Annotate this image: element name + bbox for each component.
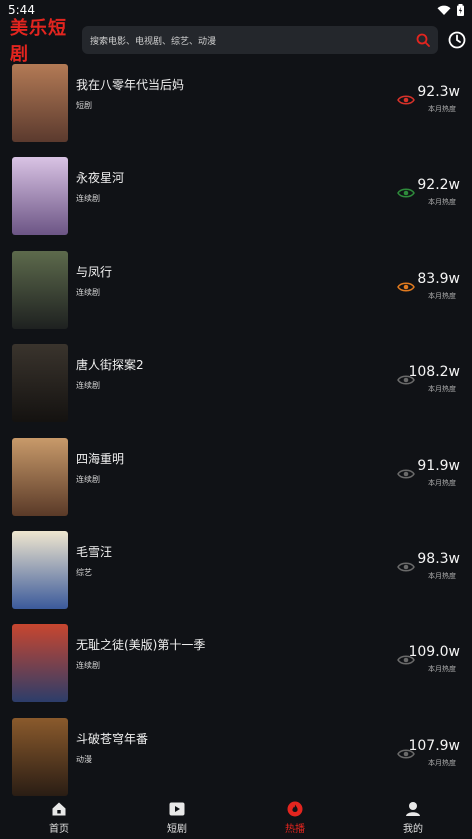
tab-home-label: 首页 (49, 823, 69, 835)
search-bar[interactable]: 搜索电影、电视剧、综艺、动漫 (82, 26, 438, 54)
poster-image[interactable] (12, 344, 68, 423)
user-icon (406, 801, 420, 816)
tab-drama-label: 短剧 (167, 823, 187, 835)
eye-icon (397, 188, 415, 198)
eye-icon (397, 562, 415, 572)
heat-label: 本月热度 (428, 198, 456, 207)
item-category: 短剧 (76, 101, 92, 110)
list-item[interactable]: 与凤行 连续剧 83.9w 本月热度 (0, 247, 472, 340)
wifi-icon (437, 5, 451, 15)
heat-label: 本月热度 (428, 665, 456, 674)
heat-value: 91.9w (417, 457, 460, 474)
app-logo[interactable]: 美乐短剧 (10, 14, 74, 66)
tab-home[interactable]: 首页 (0, 796, 118, 839)
list-item[interactable]: 无耻之徒(美版)第十一季 连续剧 109.0w 本月热度 (0, 620, 472, 713)
item-title: 唐人街探案2 (76, 358, 144, 373)
play-icon (169, 802, 185, 815)
heat-label: 本月热度 (428, 571, 456, 580)
item-title: 我在八零年代当后妈 (76, 78, 185, 92)
top-bar: 美乐短剧 搜索电影、电视剧、综艺、动漫 (0, 18, 472, 65)
heat-label: 本月热度 (428, 385, 456, 394)
poster-art (12, 530, 68, 609)
item-title: 无耻之徒(美版)第十一季 (76, 638, 206, 653)
hot-list: 我在八零年代当后妈 短剧 92.3w 本月热度 永夜星河 连续剧 92.2w 本… (0, 60, 472, 796)
status-icons (437, 4, 464, 16)
eye-icon (397, 282, 415, 292)
poster-art (12, 157, 68, 236)
list-item[interactable]: 四海重明 连续剧 91.9w 本月热度 (0, 434, 472, 527)
heat-value: 83.9w (417, 270, 460, 287)
list-item[interactable]: 我在八零年代当后妈 短剧 92.3w 本月热度 (0, 60, 472, 153)
tab-mine[interactable]: 我的 (354, 796, 472, 839)
item-category: 连续剧 (76, 661, 100, 671)
tab-mine-label: 我的 (403, 823, 423, 835)
search-placeholder: 搜索电影、电视剧、综艺、动漫 (90, 36, 217, 47)
list-item[interactable]: 永夜星河 连续剧 92.2w 本月热度 (0, 153, 472, 246)
poster-art (12, 717, 68, 796)
poster-image[interactable] (12, 157, 68, 236)
eye-icon (397, 95, 415, 105)
heat-label: 本月热度 (428, 105, 456, 113)
poster-image[interactable] (12, 437, 68, 516)
heat-label: 本月热度 (428, 758, 456, 767)
item-title: 四海重明 (76, 451, 125, 466)
tab-hot[interactable]: 热播 (236, 796, 354, 839)
item-category: 连续剧 (76, 287, 100, 297)
clock-icon (448, 31, 466, 49)
item-title: 永夜星河 (76, 171, 125, 186)
item-title: 斗破苍穹年番 (76, 731, 149, 746)
tab-drama[interactable]: 短剧 (118, 796, 236, 839)
poster-art (12, 344, 68, 423)
poster-art (12, 624, 68, 703)
list-item[interactable]: 斗破苍穹年番 动漫 107.9w 本月热度 (0, 714, 472, 796)
item-category: 连续剧 (76, 194, 100, 204)
history-button[interactable] (446, 29, 468, 51)
bottom-tab-bar: 首页 短剧 热播 我的 (0, 796, 472, 839)
heat-value: 108.2w (408, 364, 460, 381)
item-title: 与凤行 (76, 264, 113, 279)
heat-label: 本月热度 (428, 291, 456, 300)
poster-art (12, 437, 68, 516)
item-category: 动漫 (76, 754, 92, 764)
poster-image[interactable] (12, 624, 68, 703)
item-category: 连续剧 (76, 381, 100, 391)
heat-value: 92.2w (417, 177, 460, 194)
poster-art (12, 64, 68, 142)
heat-value: 92.3w (417, 84, 460, 100)
poster-image[interactable] (12, 64, 68, 142)
item-title: 毛雪汪 (76, 544, 113, 559)
tab-hot-label: 热播 (285, 823, 305, 835)
item-category: 连续剧 (76, 474, 100, 484)
poster-image[interactable] (12, 530, 68, 609)
heat-value: 109.0w (408, 644, 460, 661)
poster-art (12, 250, 68, 329)
poster-image[interactable] (12, 250, 68, 329)
flame-icon (287, 801, 303, 816)
poster-image[interactable] (12, 717, 68, 796)
heat-value: 98.3w (417, 550, 460, 567)
item-category: 综艺 (76, 567, 92, 577)
list-item[interactable]: 唐人街探案2 连续剧 108.2w 本月热度 (0, 340, 472, 433)
heat-label: 本月热度 (428, 478, 456, 487)
search-icon[interactable] (416, 33, 430, 47)
eye-icon (397, 469, 415, 479)
home-icon (52, 802, 66, 815)
heat-value: 107.9w (408, 737, 460, 754)
list-item[interactable]: 毛雪汪 综艺 98.3w 本月热度 (0, 527, 472, 620)
battery-icon (457, 4, 464, 16)
